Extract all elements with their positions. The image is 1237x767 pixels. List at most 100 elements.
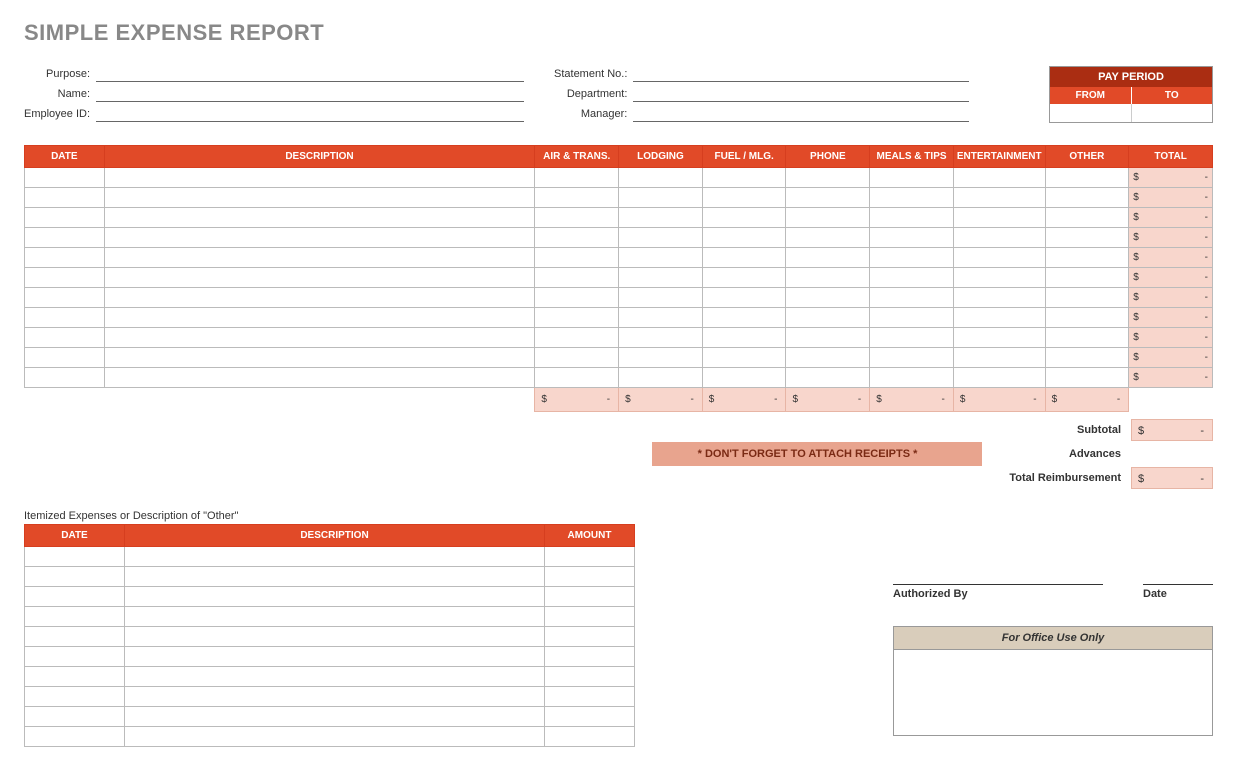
table-cell[interactable] [702, 308, 786, 328]
table-cell[interactable] [104, 288, 535, 308]
table-cell[interactable] [870, 328, 954, 348]
advances-value[interactable] [1131, 443, 1213, 465]
pay-period-from-input[interactable] [1050, 104, 1132, 122]
table-cell[interactable] [545, 667, 635, 687]
table-cell[interactable] [25, 647, 125, 667]
table-cell[interactable] [25, 288, 105, 308]
table-cell[interactable] [25, 208, 105, 228]
table-cell[interactable] [545, 707, 635, 727]
table-cell[interactable] [104, 208, 535, 228]
table-cell[interactable] [535, 188, 619, 208]
table-cell[interactable] [25, 348, 105, 368]
table-cell[interactable] [619, 208, 703, 228]
table-cell[interactable] [953, 328, 1045, 348]
table-cell[interactable] [125, 727, 545, 747]
name-input[interactable] [96, 86, 524, 102]
table-cell[interactable] [535, 208, 619, 228]
table-cell[interactable] [25, 707, 125, 727]
table-cell[interactable] [104, 308, 535, 328]
table-cell[interactable] [535, 168, 619, 188]
table-cell[interactable] [125, 647, 545, 667]
table-cell[interactable] [619, 228, 703, 248]
table-cell[interactable] [870, 248, 954, 268]
table-cell[interactable] [25, 687, 125, 707]
manager-input[interactable] [633, 106, 969, 122]
table-cell[interactable] [702, 288, 786, 308]
table-cell[interactable] [535, 268, 619, 288]
table-cell[interactable] [702, 208, 786, 228]
table-cell[interactable] [125, 607, 545, 627]
table-cell[interactable] [535, 288, 619, 308]
department-input[interactable] [633, 86, 969, 102]
table-cell[interactable] [702, 228, 786, 248]
table-cell[interactable] [25, 567, 125, 587]
table-cell[interactable] [870, 288, 954, 308]
table-cell[interactable] [786, 288, 870, 308]
table-cell[interactable] [786, 248, 870, 268]
table-cell[interactable] [25, 188, 105, 208]
table-cell[interactable] [545, 567, 635, 587]
table-cell[interactable] [125, 587, 545, 607]
table-cell[interactable] [125, 547, 545, 567]
statement-no-input[interactable] [633, 66, 969, 82]
table-cell[interactable] [953, 168, 1045, 188]
table-cell[interactable] [619, 368, 703, 388]
table-cell[interactable] [870, 188, 954, 208]
table-cell[interactable] [953, 308, 1045, 328]
table-cell[interactable] [953, 268, 1045, 288]
table-cell[interactable] [953, 368, 1045, 388]
table-cell[interactable] [702, 188, 786, 208]
table-cell[interactable] [786, 268, 870, 288]
table-cell[interactable] [619, 248, 703, 268]
table-cell[interactable] [786, 308, 870, 328]
table-cell[interactable] [702, 348, 786, 368]
table-cell[interactable] [619, 328, 703, 348]
table-cell[interactable] [953, 348, 1045, 368]
table-cell[interactable] [535, 228, 619, 248]
table-cell[interactable] [104, 368, 535, 388]
table-cell[interactable] [25, 627, 125, 647]
table-cell[interactable] [1045, 348, 1129, 368]
table-cell[interactable] [702, 268, 786, 288]
table-cell[interactable] [619, 348, 703, 368]
table-cell[interactable] [1045, 188, 1129, 208]
table-cell[interactable] [535, 348, 619, 368]
table-cell[interactable] [870, 168, 954, 188]
table-cell[interactable] [702, 168, 786, 188]
table-cell[interactable] [25, 308, 105, 328]
table-cell[interactable] [25, 248, 105, 268]
table-cell[interactable] [104, 188, 535, 208]
table-cell[interactable] [545, 547, 635, 567]
table-cell[interactable] [545, 687, 635, 707]
table-cell[interactable] [125, 667, 545, 687]
table-cell[interactable] [1045, 168, 1129, 188]
table-cell[interactable] [953, 188, 1045, 208]
table-cell[interactable] [25, 667, 125, 687]
table-cell[interactable] [702, 368, 786, 388]
table-cell[interactable] [25, 168, 105, 188]
table-cell[interactable] [870, 308, 954, 328]
table-cell[interactable] [702, 248, 786, 268]
table-cell[interactable] [870, 228, 954, 248]
table-cell[interactable] [545, 607, 635, 627]
table-cell[interactable] [786, 328, 870, 348]
table-cell[interactable] [1045, 248, 1129, 268]
table-cell[interactable] [25, 727, 125, 747]
table-cell[interactable] [25, 328, 105, 348]
table-cell[interactable] [953, 248, 1045, 268]
table-cell[interactable] [125, 627, 545, 647]
table-cell[interactable] [619, 268, 703, 288]
table-cell[interactable] [619, 188, 703, 208]
purpose-input[interactable] [96, 66, 524, 82]
table-cell[interactable] [535, 368, 619, 388]
pay-period-to-input[interactable] [1132, 104, 1213, 122]
table-cell[interactable] [535, 308, 619, 328]
table-cell[interactable] [104, 228, 535, 248]
table-cell[interactable] [1045, 288, 1129, 308]
table-cell[interactable] [786, 368, 870, 388]
table-cell[interactable] [104, 168, 535, 188]
table-cell[interactable] [870, 368, 954, 388]
table-cell[interactable] [1045, 268, 1129, 288]
table-cell[interactable] [1045, 228, 1129, 248]
table-cell[interactable] [786, 228, 870, 248]
